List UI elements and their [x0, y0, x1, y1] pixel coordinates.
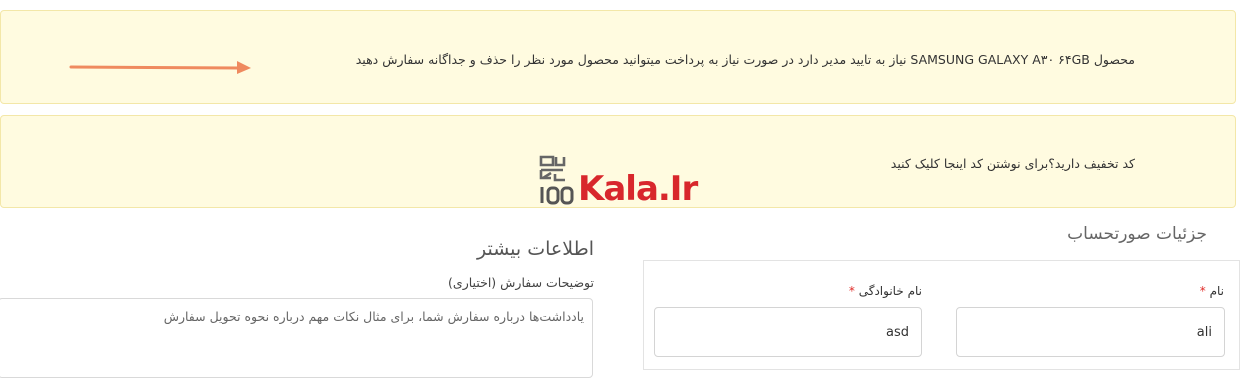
order-notes-box — [0, 298, 593, 378]
additional-info-title: اطلاعات بیشتر — [477, 238, 594, 260]
approval-notice-text: محصول SAMSUNG GALAXY A۳۰ ۶۴GB نیاز به تا… — [355, 52, 1135, 67]
required-mark: * — [848, 284, 855, 298]
last-name-label: نام خانوادگی * — [848, 284, 922, 298]
last-name-input[interactable] — [655, 308, 921, 356]
billing-details-title: جزئیات صورتحساب — [1067, 224, 1207, 244]
logo-wordmark: Kala.Ir — [578, 169, 698, 209]
last-name-field — [654, 307, 922, 357]
first-name-label: نام * — [1199, 284, 1224, 298]
watermark-logo: Kala.Ir — [538, 155, 698, 211]
coupon-notice-text: کد تخفیف دارید؟برای نوشتن کد اینجا کلیک … — [891, 156, 1135, 171]
coupon-link[interactable]: برای نوشتن کد اینجا کلیک کنید — [891, 156, 1048, 171]
order-notes-textarea[interactable] — [0, 299, 592, 377]
first-name-field — [956, 307, 1225, 357]
coupon-question: کد تخفیف دارید؟ — [1048, 156, 1135, 171]
approval-notice: محصول SAMSUNG GALAXY A۳۰ ۶۴GB نیاز به تا… — [0, 10, 1236, 104]
required-mark: * — [1199, 284, 1206, 298]
logo-mark-icon — [539, 155, 574, 205]
first-name-input[interactable] — [957, 308, 1224, 356]
annotation-arrow-icon — [69, 61, 251, 74]
order-notes-label: توضیحات سفارش (اختیاری) — [448, 275, 594, 290]
